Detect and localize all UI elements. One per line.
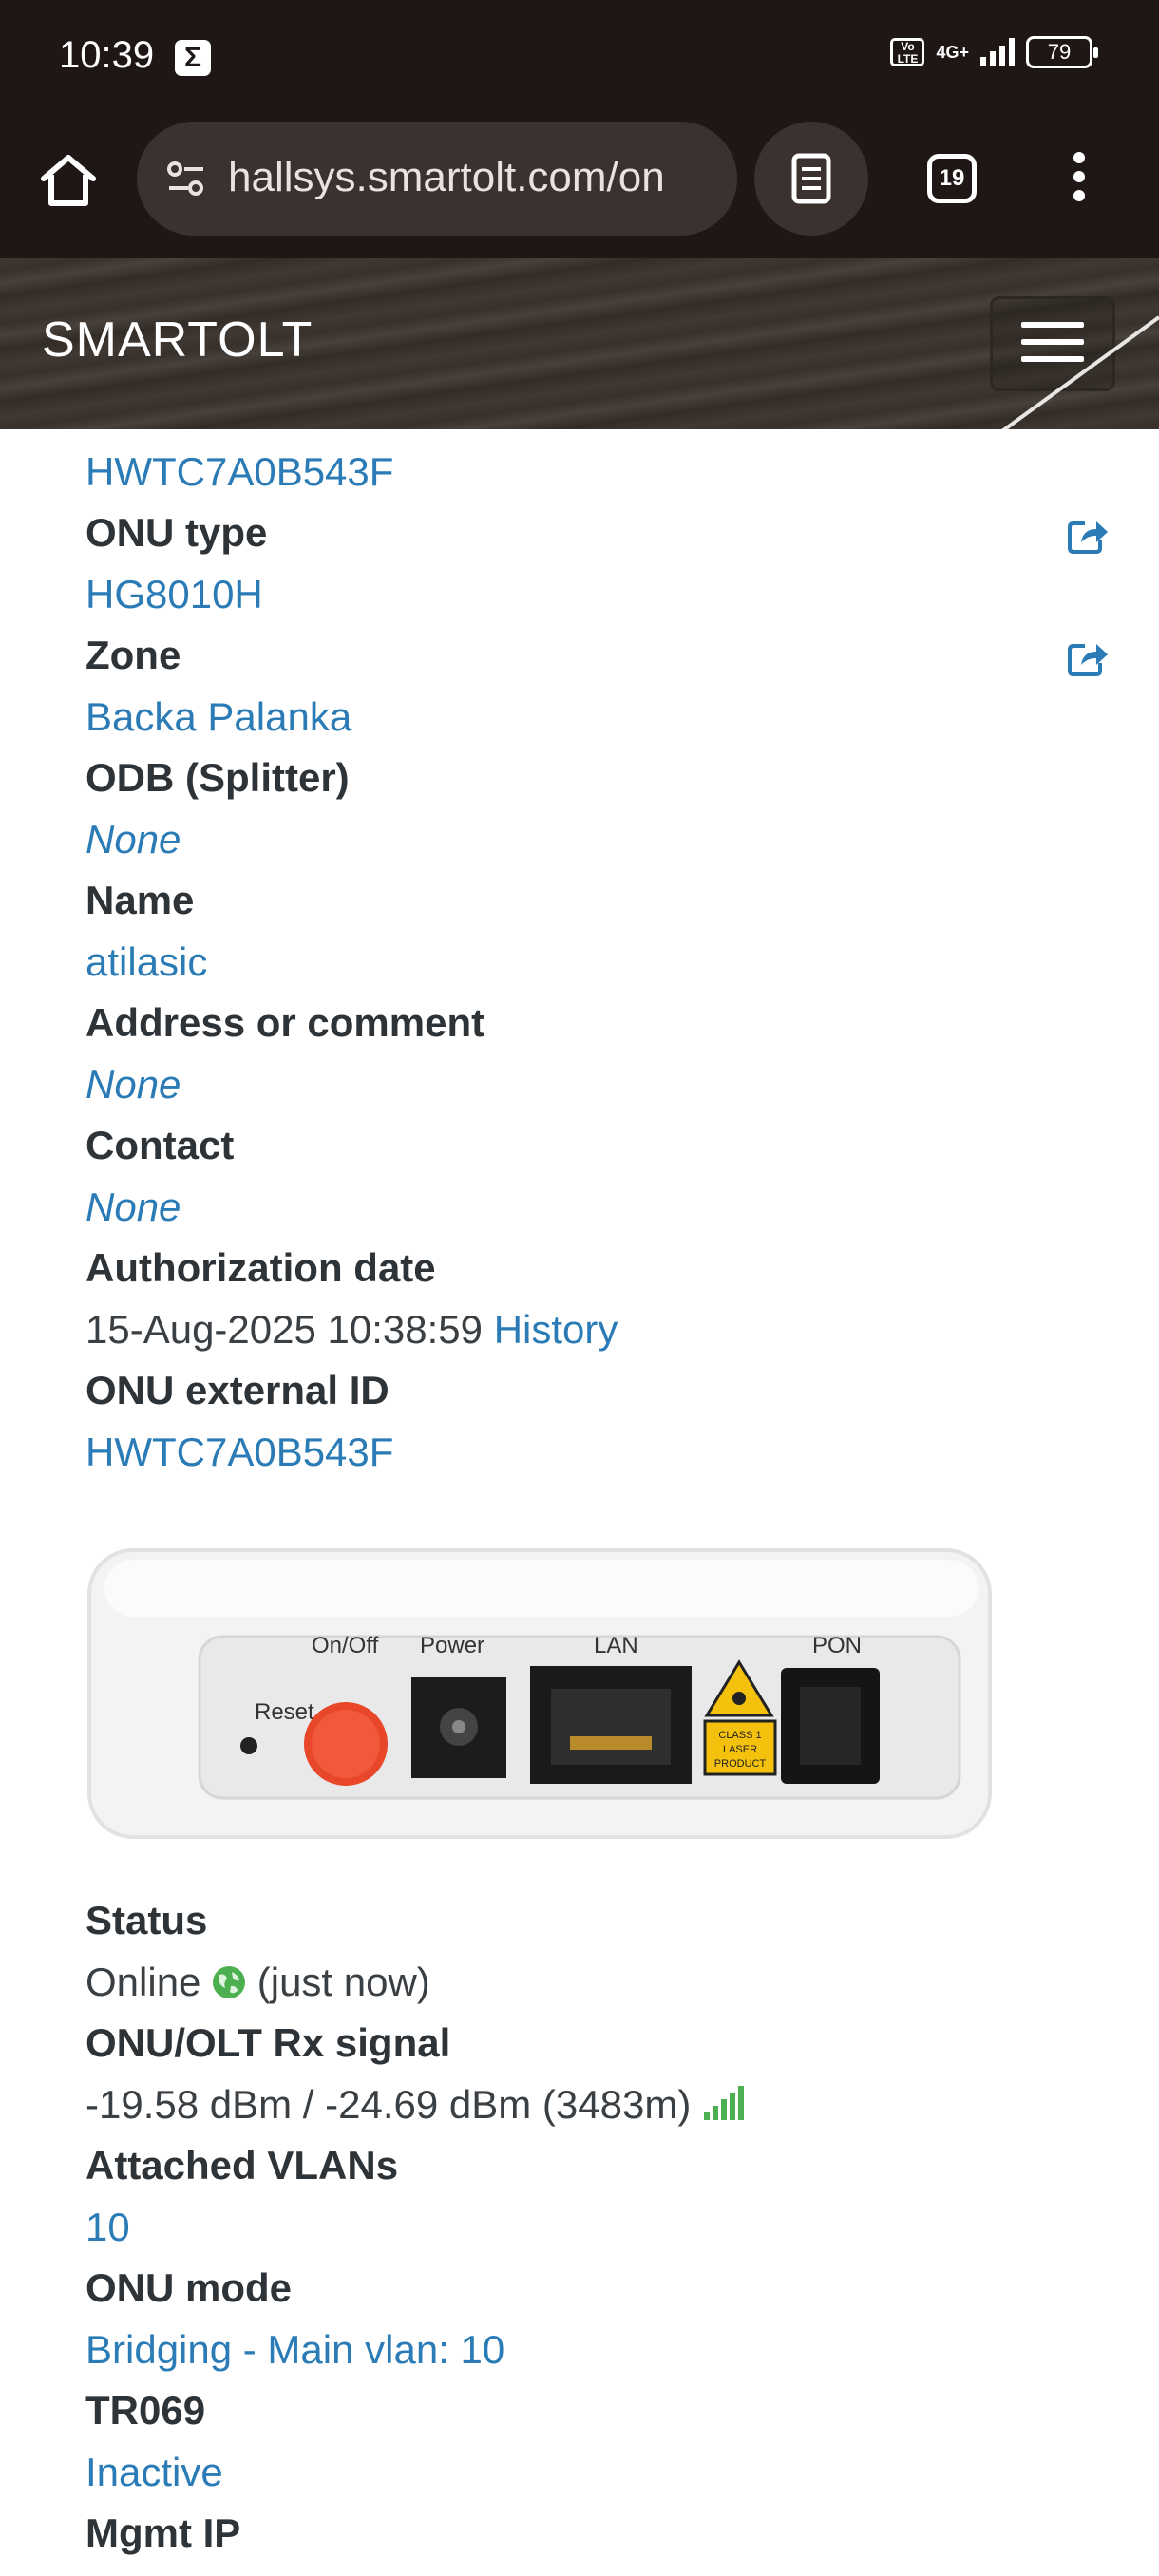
laser-line1: CLASS 1: [718, 1730, 761, 1741]
zone-label: Zone: [86, 633, 181, 677]
network-type: 4G+: [936, 43, 969, 62]
vlans-value-row: 10: [86, 2197, 1092, 2259]
clock: 10:39: [59, 34, 155, 76]
sigma-icon: Σ: [175, 40, 211, 76]
zone-value-row: Backa Palanka: [86, 687, 1092, 748]
home-icon[interactable]: [34, 146, 103, 215]
onu-type-link[interactable]: HG8010H: [86, 572, 263, 616]
brand-logo[interactable]: SMARTOLT: [42, 312, 313, 369]
browser-toolbar: hallsys.smartolt.com/on 19: [0, 114, 1159, 258]
status-bar: 10:39 Σ Vo LTE 4G+ 79: [0, 0, 1159, 114]
rx-value-row: -19.58 dBm / -24.69 dBm (3483m): [86, 2074, 1092, 2136]
mode-value-row: Bridging - Main vlan: 10: [86, 2320, 1092, 2381]
onu-type-value-row: HG8010H: [86, 564, 1092, 626]
onoff-label: On/Off: [312, 1633, 379, 1658]
edit-onu-type-icon[interactable]: [1066, 516, 1110, 554]
onu-status-section: Status Online (just now) ONU/OLT Rx sign…: [86, 1890, 1092, 2565]
address-link[interactable]: None: [86, 1062, 180, 1107]
status-value-row: Online (just now): [86, 1952, 1092, 2014]
history-link[interactable]: History: [494, 1307, 618, 1352]
onu-mode-label: ONU mode: [86, 2265, 293, 2310]
power-label: Power: [420, 1633, 484, 1658]
document-icon: [791, 153, 831, 204]
sn-link[interactable]: HWTC7A0B543F: [86, 449, 393, 494]
tr069-link[interactable]: Inactive: [86, 2450, 223, 2494]
odb-label-row: ODB (Splitter): [86, 748, 1092, 809]
status-icons: Vo LTE 4G+ 79: [890, 36, 1098, 68]
odb-link[interactable]: None: [86, 817, 180, 862]
contact-value-row: None: [86, 1177, 1092, 1239]
site-settings-icon[interactable]: [163, 156, 209, 201]
laser-line2: LASER: [723, 1744, 757, 1755]
name-value-row: atilasic: [86, 932, 1092, 994]
name-label: Name: [86, 878, 195, 922]
external-id-label-row: ONU external ID: [86, 1360, 1092, 1422]
hamburger-menu-icon[interactable]: [990, 296, 1115, 391]
tabs-button[interactable]: 19: [927, 154, 977, 203]
edit-zone-icon[interactable]: [1066, 638, 1110, 676]
url-bar[interactable]: hallsys.smartolt.com/on: [137, 122, 737, 236]
mode-label-row: ONU mode: [86, 2258, 1092, 2320]
onu-details: SN HWTC7A0B543F ONU type HG8010H Zone Ba…: [86, 380, 1108, 1484]
onu-device-image: Reset On/Off Power LAN CLASS 1 LASER PRO…: [87, 1548, 992, 1839]
mgmt-ip-label-row: Mgmt IP: [86, 2503, 1092, 2565]
odb-label: ODB (Splitter): [86, 755, 350, 800]
url-text: hallsys.smartolt.com/on: [228, 154, 665, 200]
lan-label: LAN: [594, 1633, 638, 1658]
site-navbar: SMARTOLT: [0, 258, 1159, 429]
tr069-value-row: Inactive: [86, 2442, 1092, 2504]
auth-date-label: Authorization date: [86, 1245, 436, 1290]
vlans-link[interactable]: 10: [86, 2205, 130, 2249]
onu-type-label-row: ONU type: [86, 502, 1108, 564]
status-label: Status: [86, 1898, 208, 1942]
mgmt-ip-label: Mgmt IP: [86, 2510, 241, 2555]
globe-online-icon: [213, 1965, 246, 1998]
rx-signal-label: ONU/OLT Rx signal: [86, 2020, 451, 2065]
contact-label-row: Contact: [86, 1115, 1092, 1177]
auth-date-value: 15-Aug-2025 10:38:59: [86, 1306, 484, 1352]
status-time: (just now): [256, 1959, 430, 2004]
vlans-label-row: Attached VLANs: [86, 2135, 1092, 2197]
volte-icon: Vo LTE: [890, 38, 925, 66]
auth-date-value-row: 15-Aug-2025 10:38:59 History: [86, 1299, 1092, 1361]
reset-label: Reset: [255, 1699, 314, 1725]
reader-mode-button[interactable]: [754, 122, 868, 236]
external-id-value-row: HWTC7A0B543F: [86, 1422, 1092, 1484]
name-label-row: Name: [86, 870, 1092, 932]
name-link[interactable]: atilasic: [86, 939, 207, 984]
battery-icon: 79: [1026, 36, 1098, 68]
vlans-label: Attached VLANs: [86, 2143, 399, 2188]
rx-label-row: ONU/OLT Rx signal: [86, 2013, 1092, 2074]
sn-value-row: HWTC7A0B543F: [86, 442, 1092, 503]
status-label-row: Status: [86, 1890, 1092, 1952]
external-id-label: ONU external ID: [86, 1368, 390, 1412]
pon-label: PON: [812, 1633, 862, 1658]
tr069-label-row: TR069: [86, 2380, 1092, 2442]
external-id-link[interactable]: HWTC7A0B543F: [86, 1430, 393, 1474]
zone-label-row: Zone: [86, 625, 1108, 687]
zone-link[interactable]: Backa Palanka: [86, 694, 352, 739]
tr069-label: TR069: [86, 2388, 206, 2433]
contact-link[interactable]: None: [86, 1184, 180, 1229]
auth-date-label-row: Authorization date: [86, 1238, 1092, 1299]
signal-strength-icon: [980, 38, 1015, 66]
status-value: Online: [86, 1959, 201, 2004]
signal-bars-icon: [703, 2085, 744, 2120]
contact-label: Contact: [86, 1123, 235, 1167]
onu-type-label: ONU type: [86, 510, 268, 555]
more-menu-icon[interactable]: [1070, 152, 1089, 209]
rx-signal-value: -19.58 dBm / -24.69 dBm (3483m): [86, 2081, 692, 2127]
odb-value-row: None: [86, 809, 1092, 871]
address-label: Address or comment: [86, 1000, 485, 1045]
laser-line3: PRODUCT: [714, 1758, 767, 1770]
onu-mode-link[interactable]: Bridging - Main vlan: 10: [86, 2327, 504, 2372]
address-label-row: Address or comment: [86, 993, 1092, 1054]
address-value-row: None: [86, 1054, 1092, 1116]
